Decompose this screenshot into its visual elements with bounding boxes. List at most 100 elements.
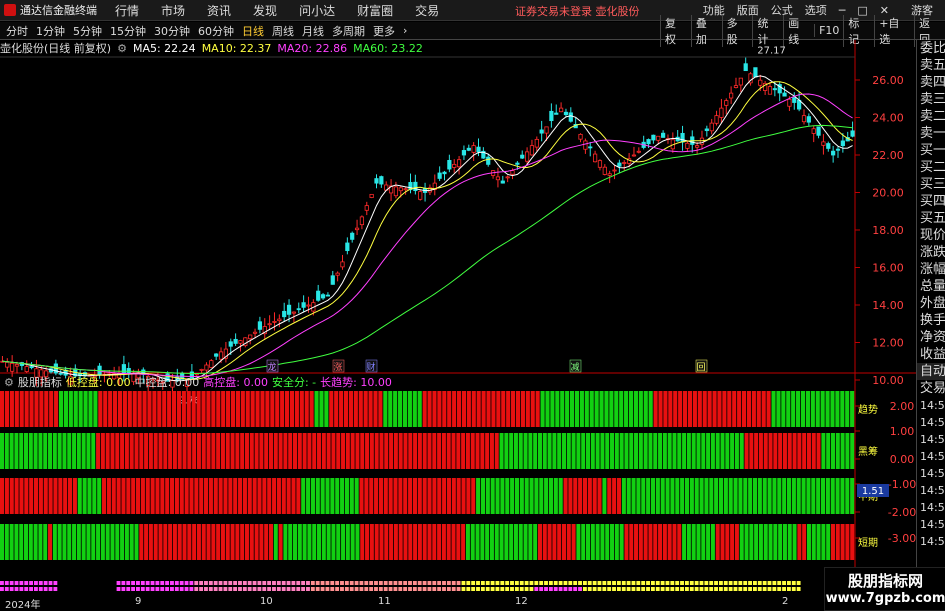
indicator-bar (67, 524, 72, 560)
indicator-bar (456, 433, 461, 469)
signal-strip (495, 587, 500, 591)
indicator-bar (684, 478, 690, 514)
indicator-bar (235, 433, 240, 469)
indicator-bar (709, 478, 714, 514)
indicator-bar (225, 524, 230, 560)
chevron-right-icon[interactable]: › (403, 24, 407, 37)
indicator-bar (776, 391, 781, 427)
indicator-bar (566, 524, 571, 560)
period-1min[interactable]: 1分钟 (36, 23, 65, 39)
indicator-bar (689, 478, 694, 514)
indicator-bar (230, 391, 236, 427)
candle-body (456, 159, 462, 168)
period-multi[interactable]: 多周期 (332, 23, 365, 39)
indicator-bar (476, 391, 481, 427)
period-30min[interactable]: 30分钟 (154, 23, 190, 39)
indicator-bar (748, 478, 753, 514)
indicator-bar (552, 524, 557, 560)
indicator-bar (634, 524, 639, 560)
signal-strip (155, 581, 160, 585)
indicator-bar (427, 524, 432, 560)
indicator-bar (19, 478, 24, 514)
signal-strip (257, 587, 262, 591)
indicator-bar (187, 524, 192, 560)
indicator-bar (432, 478, 437, 514)
indicator-bar (9, 433, 14, 469)
indicator-bar (782, 478, 787, 514)
menu-item-market[interactable]: 市场 (161, 2, 185, 19)
indicator-bar (447, 391, 452, 427)
period-15min[interactable]: 15分钟 (110, 23, 146, 39)
period-weekly[interactable]: 周线 (272, 23, 294, 39)
indicator-bar (552, 433, 557, 469)
indicator-bar (52, 524, 57, 560)
indicator-bar (633, 391, 638, 427)
indicator-bar (590, 433, 595, 469)
settings-icon[interactable]: ⚙ (4, 376, 14, 389)
tool-f10[interactable]: F10 (814, 24, 843, 37)
indicator-bar (586, 524, 591, 560)
signal-strip (325, 581, 330, 585)
login-status[interactable]: 证券交易未登录 壶化股份 (515, 3, 640, 19)
menu-item-trade[interactable]: 交易 (415, 2, 439, 19)
indicator-bar (553, 478, 558, 514)
period-tick[interactable]: 分时 (6, 23, 28, 39)
period-more[interactable]: 更多 (373, 23, 395, 39)
signal-strip (53, 581, 58, 585)
signal-strip (670, 587, 675, 591)
menu-item-wealth[interactable]: 财富圈 (357, 2, 393, 19)
candle-body (374, 178, 379, 184)
indicator-bar (476, 478, 481, 514)
indicator-bar (456, 524, 461, 560)
indicator-bar (672, 524, 677, 560)
indicator-bar (466, 478, 471, 514)
indicator-bar (533, 524, 538, 560)
indicator-bar (208, 478, 213, 514)
period-60min[interactable]: 60分钟 (198, 23, 234, 39)
indicator-bar (345, 524, 350, 560)
signal-strip (728, 581, 733, 585)
indicator-bar (326, 524, 331, 560)
menu-item-news[interactable]: 资讯 (207, 2, 231, 19)
indicator-bar (72, 433, 77, 469)
signal-strip (272, 587, 276, 591)
period-5min[interactable]: 5分钟 (73, 23, 102, 39)
indicator-bar (39, 391, 44, 427)
signal-strip (709, 581, 714, 585)
period-monthly[interactable]: 月线 (302, 23, 324, 39)
candle-body (369, 193, 374, 198)
indicator-bar (182, 433, 187, 469)
kline-chart[interactable]: 26.00 24.00 22.00 20.00 18.00 16.00 14.00 12.00… (0, 40, 916, 596)
indicator-bar (746, 391, 752, 427)
indicator-bar (196, 391, 201, 427)
indicator-bar (408, 433, 413, 469)
candle-body (607, 173, 612, 176)
side-item[interactable]: 交易 (917, 380, 945, 397)
indicator-bar (720, 524, 725, 560)
menu-item-discover[interactable]: 发现 (253, 2, 277, 19)
indicator-bar (589, 391, 594, 427)
side-item[interactable]: 自动 (917, 363, 945, 380)
settings-icon[interactable]: ⚙ (117, 42, 127, 55)
indicator-bar (751, 391, 756, 427)
indicator-bar (348, 391, 353, 427)
signal-strip (213, 581, 218, 585)
signal-strip (539, 581, 544, 585)
ma-legend: 壶化股份(日线 前复权) ⚙ MA5: 22.24 MA10: 22.37 MA… (0, 41, 429, 56)
indicator-bar (796, 391, 801, 427)
candle-body (588, 146, 593, 149)
indicator-bar (314, 391, 319, 427)
indicator-bar (653, 524, 658, 560)
indicator-bar (519, 478, 524, 514)
signal-strip (276, 581, 281, 585)
indicator-bar (786, 391, 791, 427)
indicator-bar (408, 478, 413, 514)
indicator-bar (252, 478, 257, 514)
indicator-bar (741, 391, 747, 427)
menu-item-ask[interactable]: 问小达 (299, 2, 335, 19)
period-daily[interactable]: 日线 (242, 23, 264, 39)
menu-item-quotes[interactable]: 行情 (115, 2, 139, 19)
indicator-bar (134, 524, 139, 560)
signal-strip (607, 587, 612, 591)
signal-strip (179, 581, 184, 585)
